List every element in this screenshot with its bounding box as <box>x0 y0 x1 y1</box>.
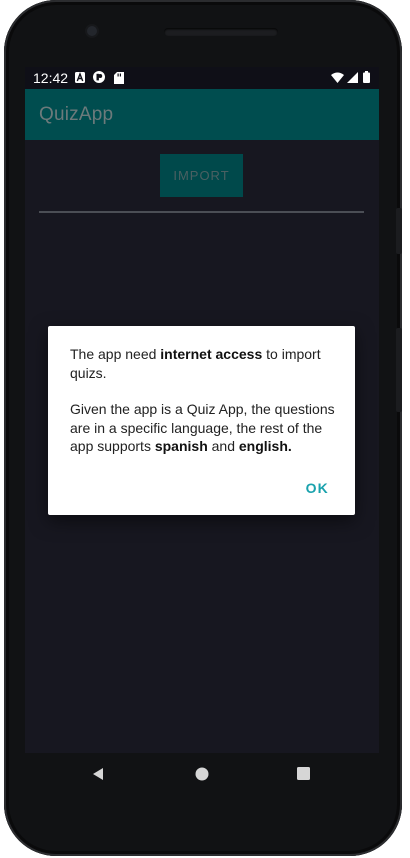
dialog-paragraph-languages: Given the app is a Quiz App, the questio… <box>70 400 338 456</box>
screen: 12:42 QuizApp IMPORT The app need intern… <box>25 67 379 753</box>
recents-icon[interactable] <box>297 767 310 780</box>
power-button <box>396 208 402 254</box>
navigation-bar <box>25 753 379 797</box>
dialog-paragraph-internet: The app need internet access to import q… <box>70 345 338 382</box>
back-icon[interactable] <box>91 767 105 781</box>
dialog-bold-internet-access: internet access <box>160 346 263 362</box>
earpiece-speaker <box>164 28 278 36</box>
front-camera <box>87 26 97 36</box>
volume-button <box>396 328 402 412</box>
dialog-text-segment: The app need <box>70 346 161 362</box>
dialog-message: The app need internet access to import q… <box>70 345 338 456</box>
info-dialog: The app need internet access to import q… <box>48 326 355 515</box>
home-icon[interactable] <box>195 767 209 781</box>
dialog-bold-spanish: spanish <box>154 438 208 454</box>
dialog-bold-english: english. <box>238 438 292 454</box>
dialog-text-segment: and <box>207 438 239 454</box>
ok-button[interactable]: OK <box>302 476 333 500</box>
